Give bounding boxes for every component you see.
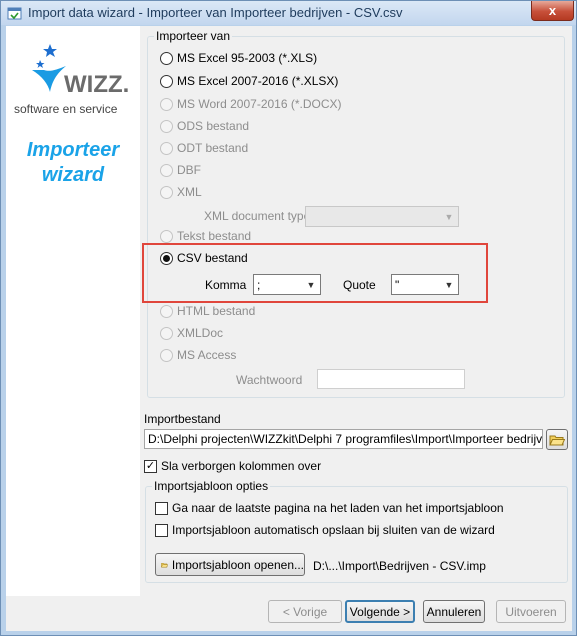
tagline: software en service [14,102,118,116]
radio-label: CSV bestand [177,251,248,265]
import-from-legend: Importeer van [154,29,233,43]
radio-option-xmldoc[interactable]: XMLDoc [160,325,223,341]
template-path: D:\...\Import\Bedrijven - CSV.imp [313,559,486,573]
template-options-legend: Importsjabloon opties [152,479,271,493]
radio-option-odt[interactable]: ODT bestand [160,140,248,156]
checkbox-label: Sla verborgen kolommen over [161,459,322,473]
cancel-button[interactable]: Annuleren [423,600,485,623]
radio-option-html[interactable]: HTML bestand [160,303,255,319]
radio-option-docx[interactable]: MS Word 2007-2016 (*.DOCX) [160,96,342,112]
checkbox-label: Importsjabloon automatisch opslaan bij s… [172,523,495,537]
title-bar[interactable]: Import data wizard - Importeer van Impor… [1,1,576,25]
radio-option-access[interactable]: MS Access [160,347,236,363]
radio-indicator [160,348,173,362]
radio-label: MS Excel 2007-2016 (*.XLSX) [177,74,339,88]
previous-button[interactable]: < Vorige [268,600,342,623]
radio-label: MS Access [177,348,237,362]
radio-label: HTML bestand [177,304,256,318]
radio-indicator [160,141,173,155]
chevron-down-icon: ▼ [444,279,454,290]
goto-last-page-checkbox[interactable]: Ga naar de laatste pagina na het laden v… [155,500,504,516]
radio-option-ods[interactable]: ODS bestand [160,118,249,134]
close-icon: x [548,3,557,18]
password-input[interactable] [317,369,465,389]
quote-value: " [395,277,400,292]
radio-label: XMLDoc [177,326,224,340]
radio-indicator [160,229,173,243]
komma-select[interactable]: ; ▼ [253,274,321,295]
radio-indicator [160,74,173,88]
radio-indicator [160,251,173,265]
import-wizard-icon [7,7,22,20]
radio-indicator [160,97,173,111]
open-template-label: Importsjabloon openen... [171,557,304,572]
radio-selected-dot [163,254,170,262]
autosave-template-checkbox[interactable]: Importsjabloon automatisch opslaan bij s… [155,522,495,538]
window-title: Import data wizard - Importeer van Impor… [28,5,403,20]
open-template-button[interactable]: Importsjabloon openen... [155,553,305,576]
checkbox-indicator [155,501,168,515]
radio-indicator [160,304,173,318]
chevron-down-icon: ▼ [306,279,316,290]
wizard-sidebar: WIZZ. software en service Importeer wiza… [6,26,140,596]
logo-text: WIZZ. [64,71,129,96]
radio-option-xlsx[interactable]: MS Excel 2007-2016 (*.XLSX) [160,73,338,89]
folder-open-icon [161,562,168,567]
radio-indicator [160,163,173,177]
radio-label: Tekst bestand [177,229,252,243]
radio-label: MS Excel 95-2003 (*.XLS) [177,51,318,65]
execute-label: Uitvoeren [505,604,557,619]
quote-label: Quote [343,278,376,292]
radio-indicator [160,119,173,133]
execute-button[interactable]: Uitvoeren [496,600,566,623]
password-label: Wachtwoord [236,373,303,387]
quote-select[interactable]: " ▼ [391,274,459,295]
checkbox-label: Ga naar de laatste pagina na het laden v… [172,501,504,515]
radio-indicator [160,326,173,340]
import-file-input[interactable]: D:\Delphi projecten\WIZZkit\Delphi 7 pro… [144,429,543,449]
xml-doc-type-label: XML document type [204,209,311,223]
radio-indicator [160,51,173,65]
next-label: Volgende > [349,604,411,619]
sidebar-title: Importeer wizard [26,139,120,186]
xml-doc-type-select[interactable]: ▼ [305,206,459,227]
import-file-value: D:\Delphi projecten\WIZZkit\Delphi 7 pro… [148,432,543,446]
radio-option-dbf[interactable]: DBF [160,162,201,178]
previous-label: < Vorige [282,604,328,619]
next-button[interactable]: Volgende > [345,600,415,623]
radio-label: MS Word 2007-2016 (*.DOCX) [177,97,342,111]
check-icon: ✓ [145,459,156,472]
skip-hidden-columns-checkbox[interactable]: ✓ Sla verborgen kolommen over [144,458,321,474]
chevron-down-icon: ▼ [444,211,454,222]
komma-label: Komma [205,278,247,292]
folder-open-icon [549,435,565,445]
wizz-logo: WIZZ. [32,44,129,96]
browse-file-button[interactable] [546,429,568,450]
radio-label: ODT bestand [177,141,249,155]
import-file-label: Importbestand [144,412,221,426]
checkbox-indicator [155,523,168,537]
cancel-label: Annuleren [426,604,482,619]
radio-option-xml[interactable]: XML [160,184,202,200]
radio-option-text[interactable]: Tekst bestand [160,228,251,244]
radio-option-csv[interactable]: CSV bestand [160,250,248,266]
radio-label: DBF [177,163,201,177]
komma-value: ; [257,277,261,292]
close-button[interactable]: x [531,1,574,21]
radio-label: ODS bestand [177,119,250,133]
checkbox-indicator: ✓ [144,459,157,473]
radio-option-xls[interactable]: MS Excel 95-2003 (*.XLS) [160,50,317,66]
radio-label: XML [177,185,202,199]
radio-indicator [160,185,173,199]
